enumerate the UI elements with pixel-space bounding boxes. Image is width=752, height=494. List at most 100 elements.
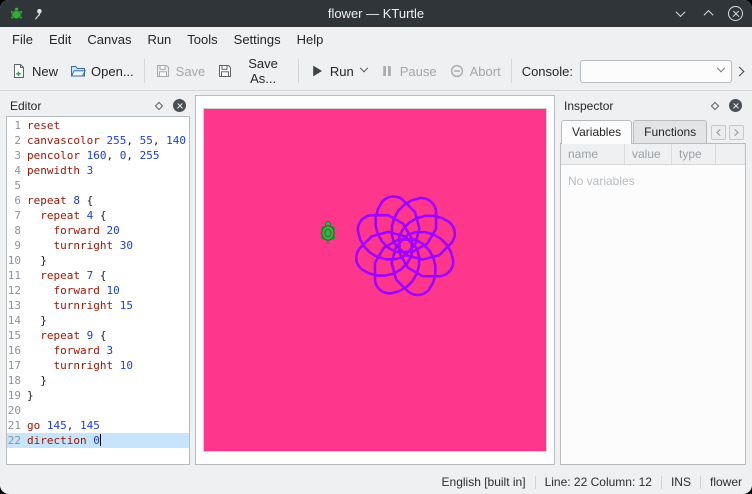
- editor-line[interactable]: 20: [7, 403, 189, 418]
- save-button-label: Save: [176, 64, 206, 79]
- column-header-type[interactable]: type: [672, 144, 716, 164]
- turtle-canvas-frame: [204, 109, 546, 451]
- column-header-value[interactable]: value: [625, 144, 672, 164]
- turtle-app-icon: [9, 6, 24, 21]
- minimize-button[interactable]: [672, 6, 688, 22]
- menu-edit[interactable]: Edit: [41, 29, 79, 50]
- abort-button[interactable]: Abort: [443, 58, 507, 84]
- editor-line[interactable]: 8 forward 20: [7, 223, 189, 238]
- status-document-name: flower: [710, 475, 742, 489]
- status-separator: [661, 476, 662, 489]
- editor-line[interactable]: 1reset: [7, 118, 189, 133]
- editor-line[interactable]: 5: [7, 178, 189, 193]
- kturtle-window: flower — KTurtle File Edit Canvas Run To…: [0, 0, 752, 494]
- editor-line[interactable]: 4penwidth 3: [7, 163, 189, 178]
- inspector-float-button[interactable]: [707, 98, 722, 113]
- title-bar[interactable]: flower — KTurtle: [0, 0, 752, 27]
- menu-help[interactable]: Help: [289, 29, 332, 50]
- editor-line[interactable]: 11 repeat 7 {: [7, 268, 189, 283]
- save-as-button[interactable]: Save As...: [211, 51, 294, 91]
- editor-panel-titlebar[interactable]: Editor: [6, 95, 190, 116]
- float-icon: [154, 101, 162, 109]
- pin-icon[interactable]: [31, 7, 45, 21]
- inspector-panel: Inspector Variables Functions name val: [560, 95, 746, 465]
- editor-line[interactable]: 13 turnright 15: [7, 298, 189, 313]
- status-cursor-position: Line: 22 Column: 12: [545, 475, 652, 489]
- tab-variables[interactable]: Variables: [561, 120, 632, 144]
- editor-line[interactable]: 21go 145, 145: [7, 418, 189, 433]
- editor-close-button[interactable]: [172, 98, 187, 113]
- status-insert-mode[interactable]: INS: [671, 475, 691, 489]
- window-title: flower — KTurtle: [0, 6, 752, 21]
- save-button[interactable]: Save: [149, 58, 212, 84]
- open-button[interactable]: Open...: [64, 58, 140, 84]
- save-as-icon: [217, 63, 233, 79]
- chevron-right-icon: [732, 129, 739, 136]
- editor-panel-title: Editor: [10, 99, 145, 113]
- editor-line[interactable]: 12 forward 10: [7, 283, 189, 298]
- inspector-panel-title: Inspector: [564, 99, 701, 113]
- run-button[interactable]: Run: [303, 58, 373, 84]
- tab-functions[interactable]: Functions: [633, 120, 707, 143]
- editor-line[interactable]: 16 forward 3: [7, 343, 189, 358]
- chevron-left-icon: [716, 129, 723, 136]
- editor-line[interactable]: 18 }: [7, 373, 189, 388]
- toolbar-separator: [511, 59, 512, 83]
- table-header-row: name value type: [561, 144, 745, 165]
- console-input[interactable]: [580, 60, 732, 83]
- menu-file[interactable]: File: [4, 29, 41, 50]
- close-button[interactable]: [728, 6, 743, 21]
- editor-line[interactable]: 14 }: [7, 313, 189, 328]
- editor-float-button[interactable]: [151, 98, 166, 113]
- dock-area: Editor 1reset2canvascolor 255, 55, 1403p…: [0, 91, 752, 470]
- editor-line[interactable]: 19}: [7, 388, 189, 403]
- status-separator: [700, 476, 701, 489]
- text-cursor: [100, 434, 101, 446]
- console-label: Console:: [522, 64, 573, 79]
- editor-line[interactable]: 10 }: [7, 253, 189, 268]
- menu-bar: File Edit Canvas Run Tools Settings Help: [0, 27, 752, 52]
- code-editor[interactable]: 1reset2canvascolor 255, 55, 1403pencolor…: [6, 116, 190, 465]
- abort-button-label: Abort: [470, 64, 501, 79]
- inspector-close-button[interactable]: [728, 98, 743, 113]
- editor-line[interactable]: 2canvascolor 255, 55, 140: [7, 133, 189, 148]
- open-button-label: Open...: [91, 64, 134, 79]
- editor-line[interactable]: 17 turnright 10: [7, 358, 189, 373]
- save-as-button-label: Save As...: [238, 56, 288, 86]
- inspector-tabbar: Variables Functions: [560, 116, 746, 143]
- editor-line[interactable]: 22direction 0: [7, 433, 189, 448]
- menu-run[interactable]: Run: [139, 29, 179, 50]
- editor-line[interactable]: 9 turnright 30: [7, 238, 189, 253]
- run-icon: [309, 63, 325, 79]
- column-header-name[interactable]: name: [561, 144, 625, 164]
- close-icon: [729, 99, 742, 112]
- main-toolbar: New Open... Save Save As... Run: [0, 52, 752, 91]
- editor-line[interactable]: 3pencolor 160, 0, 255: [7, 148, 189, 163]
- tab-scroll-right-button[interactable]: [729, 125, 744, 140]
- pause-button[interactable]: Pause: [373, 58, 443, 84]
- menu-tools[interactable]: Tools: [179, 29, 225, 50]
- tab-scroll-left-button[interactable]: [711, 125, 726, 140]
- variables-table: name value type No variables: [560, 143, 746, 465]
- maximize-button[interactable]: [700, 6, 716, 22]
- editor-line[interactable]: 7 repeat 4 {: [7, 208, 189, 223]
- close-icon: [173, 99, 186, 112]
- editor-panel: Editor 1reset2canvascolor 255, 55, 1403p…: [6, 95, 190, 465]
- toolbar-separator: [144, 59, 145, 83]
- run-button-label: Run: [330, 64, 354, 79]
- menu-canvas[interactable]: Canvas: [79, 29, 139, 50]
- menu-settings[interactable]: Settings: [226, 29, 289, 50]
- new-button-label: New: [32, 64, 58, 79]
- run-dropdown-chevron-icon[interactable]: [359, 64, 367, 72]
- column-header-filler: [716, 144, 745, 164]
- float-icon: [710, 101, 718, 109]
- status-language[interactable]: English [built in]: [442, 475, 526, 489]
- inspector-panel-titlebar[interactable]: Inspector: [560, 95, 746, 116]
- pause-icon: [379, 63, 395, 79]
- document-new-icon: [11, 63, 27, 79]
- canvas-panel: [195, 95, 555, 465]
- editor-line[interactable]: 6repeat 8 {: [7, 193, 189, 208]
- editor-line[interactable]: 15 repeat 9 {: [7, 328, 189, 343]
- new-button[interactable]: New: [5, 58, 64, 84]
- toolbar-overflow-button[interactable]: [732, 66, 747, 77]
